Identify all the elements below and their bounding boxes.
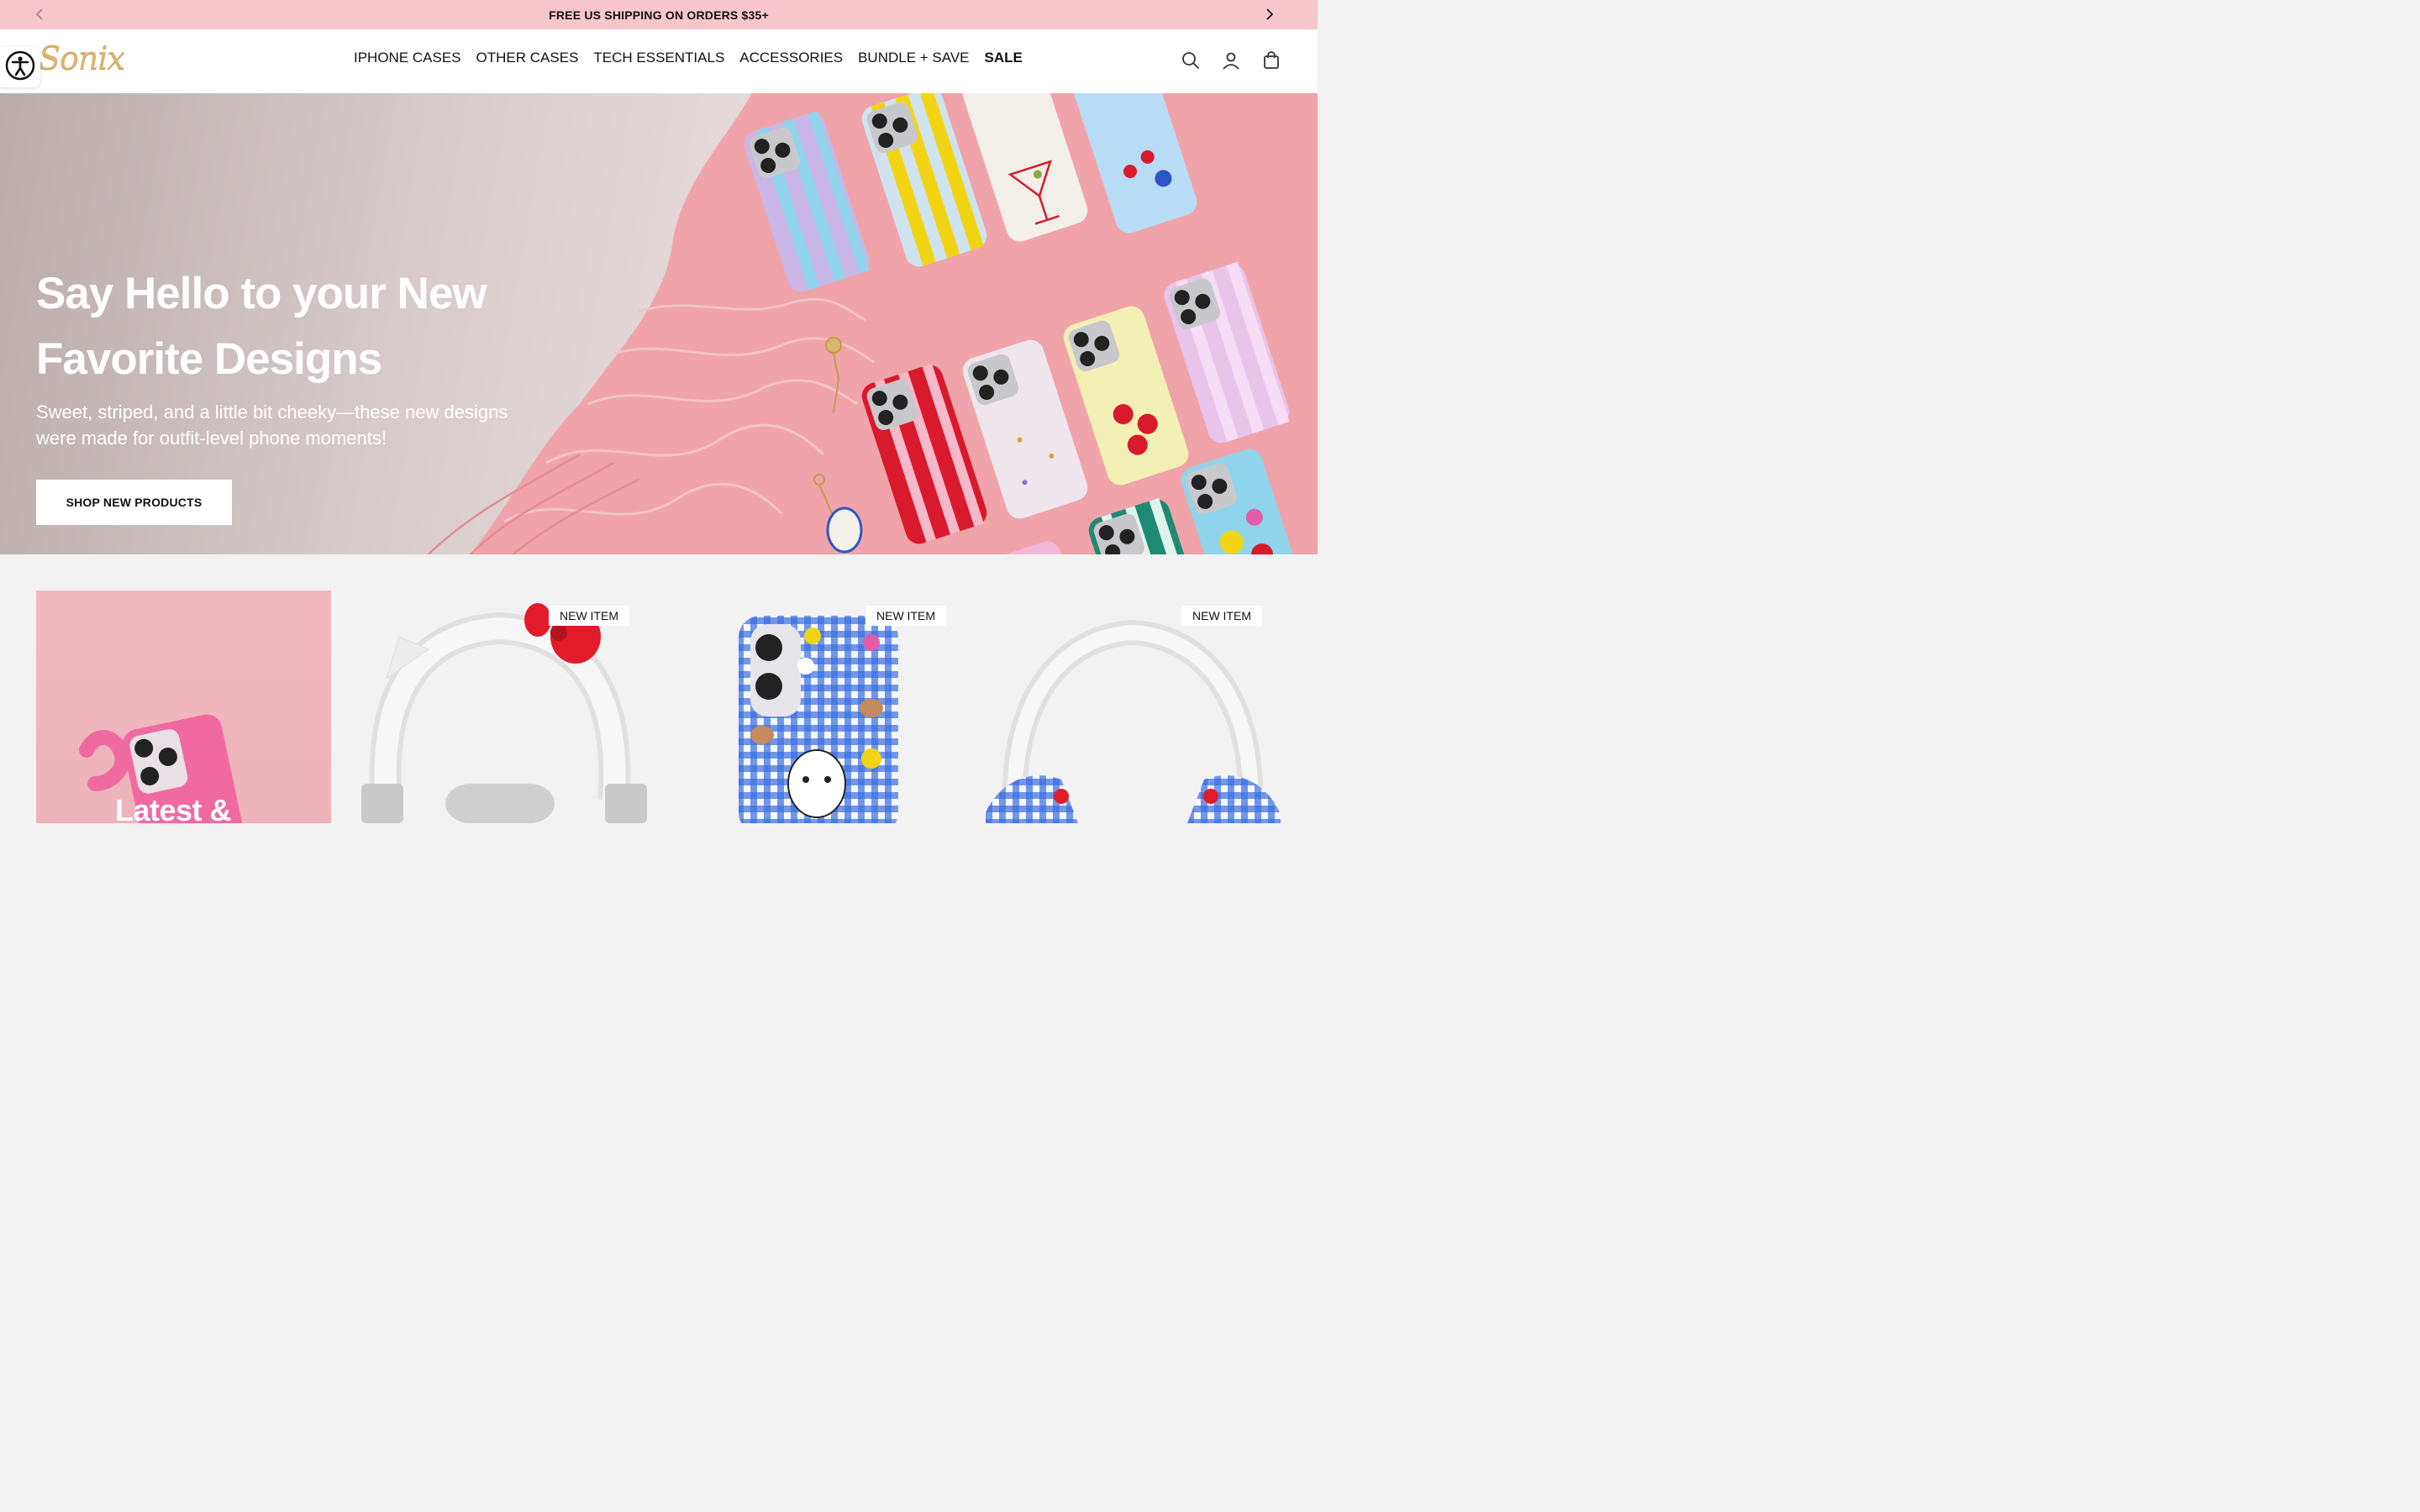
cart-icon[interactable] xyxy=(1262,51,1281,70)
chevron-right-icon[interactable] xyxy=(1261,7,1276,22)
promo-image xyxy=(79,714,251,823)
hero-title: Say Hello to your New Favorite Designs xyxy=(36,269,487,384)
site-logo[interactable]: Sonix xyxy=(39,39,125,76)
nav-item-iphone-cases[interactable]: IPHONE CASES xyxy=(354,50,461,66)
new-item-badge: NEW ITEM xyxy=(865,606,946,626)
search-icon[interactable] xyxy=(1181,51,1200,70)
nav-item-tech-essentials[interactable]: TECH ESSENTIALS xyxy=(593,50,724,66)
product-card[interactable]: NEW ITEM xyxy=(353,591,648,823)
shop-new-products-button[interactable]: SHOP NEW PRODUCTS xyxy=(36,480,232,525)
account-icon[interactable] xyxy=(1222,51,1240,70)
announcement-text[interactable]: FREE US SHIPPING ON ORDERS $35+ xyxy=(549,8,769,22)
promo-title: Latest & xyxy=(115,793,232,823)
new-item-badge: NEW ITEM xyxy=(1181,606,1262,626)
announcement-bar: FREE US SHIPPING ON ORDERS $35+ xyxy=(0,0,1318,29)
nav-item-accessories[interactable]: ACCESSORIES xyxy=(739,50,843,66)
nav-item-bundle-save[interactable]: BUNDLE + SAVE xyxy=(858,50,969,66)
main-nav: IPHONE CASES OTHER CASES TECH ESSENTIALS… xyxy=(354,50,1038,66)
nav-item-other-cases[interactable]: OTHER CASES xyxy=(476,50,579,66)
hero-banner: Say Hello to your New Favorite Designs S… xyxy=(0,93,1318,554)
hero-subtitle: Sweet, striped, and a little bit cheeky—… xyxy=(36,402,508,449)
new-item-badge: NEW ITEM xyxy=(549,606,629,626)
site-header: Sonix IPHONE CASES OTHER CASES TECH ESSE… xyxy=(0,29,1318,94)
chevron-left-icon[interactable] xyxy=(33,7,48,22)
product-card[interactable]: NEW ITEM xyxy=(670,591,965,823)
latest-promo-card[interactable]: Latest & xyxy=(36,591,331,823)
nav-item-sale[interactable]: SALE xyxy=(985,50,1023,66)
accessibility-icon xyxy=(5,50,35,85)
product-card[interactable]: NEW ITEM xyxy=(986,591,1281,823)
accessibility-button[interactable] xyxy=(0,47,40,87)
